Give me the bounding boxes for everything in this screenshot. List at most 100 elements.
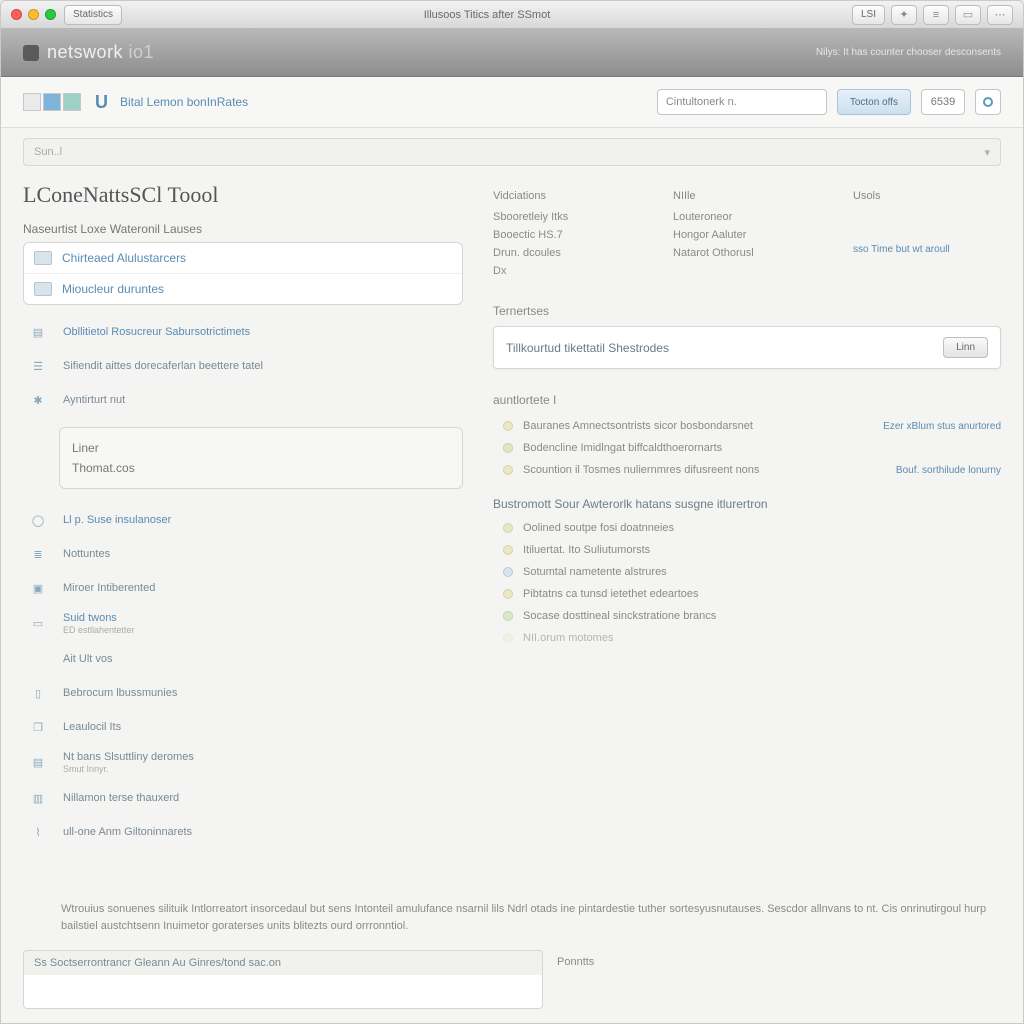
bullet-icon	[503, 589, 513, 599]
banner: netswork io1 Nilys: It has counter choos…	[1, 29, 1023, 77]
bullet-text: Scountion il Tosmes nuliernmres difusree…	[523, 464, 759, 476]
page-title: LConeNattsSCl Toool	[23, 182, 463, 208]
bullet-icon	[503, 611, 513, 621]
folder-icon	[34, 282, 52, 296]
bullet-icon	[503, 443, 513, 453]
banner-subtitle: Nilys: It has counter chooser desconsent…	[816, 47, 1001, 58]
nav-item-4[interactable]: ≣ Nottuntes	[23, 537, 463, 571]
bullet-icon	[503, 545, 513, 555]
nav-item-10[interactable]: ▤ Nt bans Slsuttliny deromes Smut Innyr.	[23, 744, 463, 781]
nav-sublabel: Smut Innyr.	[63, 764, 194, 774]
action-bar: Tillkourtud tikettatil Shestrodes Linn	[493, 326, 1001, 369]
bullet-list-1: Bauranes Amnectsontrists sicor bosbondar…	[503, 415, 1001, 481]
bullet-row: Itiluertat. Ito Suliutumorsts	[503, 539, 1001, 561]
bullet-text: Pibtatns ca tunsd ietethet edeartoes	[523, 588, 699, 600]
bullet-row: Scountion il Tosmes nuliernmres difusree…	[503, 459, 1001, 481]
kv-item: Louteroneor	[673, 208, 813, 226]
nav-item-8[interactable]: ▯ Bebrocum lbussmunies	[23, 676, 463, 710]
back-button[interactable]: Statistics	[64, 5, 122, 25]
nav-item-0[interactable]: ▤ Obllitietol Rosucreur Sabursotrictimet…	[23, 315, 463, 349]
blank-icon	[27, 649, 49, 669]
footer-box-body[interactable]	[23, 975, 543, 1009]
chart-icon: ▥	[27, 788, 49, 808]
card-row-0[interactable]: Chirteaed Alulustarcers	[24, 243, 462, 274]
filter-bar[interactable]: Sun..l ▾	[23, 138, 1001, 166]
bullet-text: Bodencline Imidlngat biffcaldthoerornart…	[523, 442, 722, 454]
search-placeholder: Cintultonerk n.	[666, 96, 737, 108]
zoom-icon[interactable]	[45, 9, 56, 20]
kv-item: Drun. dcoules	[493, 244, 633, 262]
footer-box-title: Ss Soctserrontrancr Gleann Au Ginres/ton…	[23, 950, 543, 975]
info-line-1: Thomat.cos	[72, 458, 450, 478]
bullet-icon	[503, 465, 513, 475]
nav-label: Ayntirturt nut	[63, 394, 125, 406]
kv-item	[853, 208, 993, 226]
card-row-1[interactable]: Mioucleur duruntes	[24, 274, 462, 304]
nav-label: ull-one Anm Giltoninnarets	[63, 826, 192, 838]
chip-3	[63, 93, 81, 111]
bullet-text: NII.orum motomes	[523, 632, 613, 644]
nav-sublabel: ED estllahentetter	[63, 625, 135, 635]
app-icon	[23, 45, 39, 61]
close-icon[interactable]	[11, 9, 22, 20]
description-text: Wtrouius sonuenes silituik Intlorreatort…	[1, 897, 1023, 944]
chip-1	[23, 93, 41, 111]
nav-item-9[interactable]: ❐ Leaulocil Its	[23, 710, 463, 744]
card-label-1: Mioucleur duruntes	[62, 282, 164, 296]
bullet-icon	[503, 523, 513, 533]
nav-item-12[interactable]: ⌇ ull-one Anm Giltoninnarets	[23, 815, 463, 849]
kv-item: Hongor Aaluter	[673, 226, 813, 244]
selection-card: Chirteaed Alulustarcers Mioucleur durunt…	[23, 242, 463, 305]
info-box: Liner Thomat.cos	[59, 427, 463, 489]
titlebar-tool-2[interactable]: ≡	[923, 5, 949, 25]
window-controls	[11, 9, 56, 20]
minimize-icon[interactable]	[28, 9, 39, 20]
nav-label: Nottuntes	[63, 548, 110, 560]
disk-icon: ▣	[27, 578, 49, 598]
titlebar-btn-lsi[interactable]: LSI	[852, 5, 885, 25]
meta-link[interactable]: sso Time but wt aroull	[853, 244, 993, 255]
bullet-list-2: Oolined soutpe fosi doatnneies Itiluerta…	[503, 517, 1001, 649]
bullet-icon	[503, 567, 513, 577]
nav-item-1[interactable]: ☰ Sifiendit aittes dorecaferlan beettere…	[23, 349, 463, 383]
kv-item: Natarot Othorusl	[673, 244, 813, 262]
gear-icon: ✱	[27, 390, 49, 410]
folder-icon	[34, 251, 52, 265]
action-bar-text: Tillkourtud tikettatil Shestrodes	[506, 341, 669, 355]
search-input[interactable]: Cintultonerk n.	[657, 89, 827, 115]
drive-icon: ▤	[27, 753, 49, 773]
bullet-row: Socase dosttineal sinckstratione brancs	[503, 605, 1001, 627]
nav-list: ▤ Obllitietol Rosucreur Sabursotrictimet…	[23, 315, 463, 417]
chevron-down-icon: ▾	[984, 146, 990, 159]
titlebar-tool-1[interactable]: ✦	[891, 5, 917, 25]
page-icon: ❐	[27, 717, 49, 737]
nav-item-7[interactable]: Ait Ult vos	[23, 642, 463, 676]
action-bar-button[interactable]: Linn	[943, 337, 988, 358]
doc-icon: ▤	[27, 322, 49, 342]
nav-label: Miroer Intiberented	[63, 582, 155, 594]
bullet-link[interactable]: Ezer xBlum stus anurtored	[883, 421, 1001, 432]
app-title-b: io1	[129, 42, 155, 62]
kv-head-0: Vidciations	[493, 190, 633, 202]
nav-label: Nt bans Slsuttliny deromes	[63, 751, 194, 763]
nav-item-6[interactable]: ▭ Suid twons ED estllahentetter	[23, 605, 463, 642]
nav-item-3[interactable]: ◯ Ll p. Suse insulanoser	[23, 503, 463, 537]
refresh-icon[interactable]	[975, 89, 1001, 115]
bars-icon: ≣	[27, 544, 49, 564]
titlebar-tool-4[interactable]: ⋯	[987, 5, 1013, 25]
meta-columns: Vidciations Sbooretleiy Itks Booectic HS…	[493, 190, 1001, 280]
app-title-a: netswork	[47, 42, 123, 62]
kv-item: Booectic HS.7	[493, 226, 633, 244]
card-label-0: Chirteaed Alulustarcers	[62, 251, 186, 265]
nav-label: Ll p. Suse insulanoser	[63, 514, 171, 526]
action-button[interactable]: Tocton offs	[837, 89, 911, 115]
footer-side-label: Ponntts	[557, 950, 594, 968]
footer: Ss Soctserrontrancr Gleann Au Ginres/ton…	[1, 944, 1023, 1023]
nav-item-5[interactable]: ▣ Miroer Intiberented	[23, 571, 463, 605]
nav-item-2[interactable]: ✱ Ayntirturt nut	[23, 383, 463, 417]
window-icon: ▭	[27, 614, 49, 634]
bullet-link[interactable]: Bouf. sorthilude lonurny	[896, 465, 1001, 476]
nav-item-11[interactable]: ▥ Nillamon terse thauxerd	[23, 781, 463, 815]
titlebar-tool-3[interactable]: ▭	[955, 5, 981, 25]
bullet-text: Itiluertat. Ito Suliutumorsts	[523, 544, 650, 556]
